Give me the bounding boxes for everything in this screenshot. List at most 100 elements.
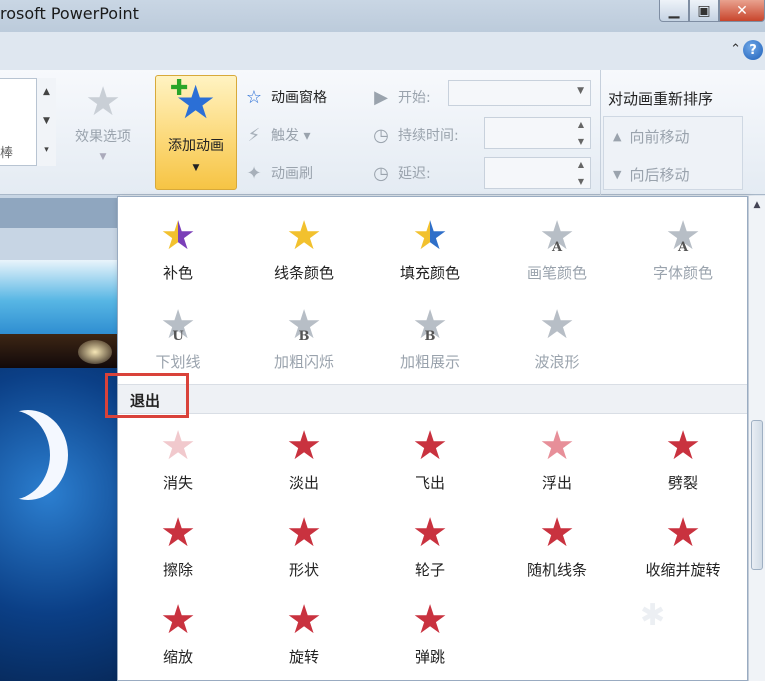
star-gold-blue-icon: ★ — [412, 213, 448, 259]
gallery-item[interactable]: ★ 浮出 — [497, 424, 617, 493]
window-controls: ▁ ▣ ✕ — [659, 0, 765, 22]
duration-row: ◷ 持续时间: — [370, 116, 459, 154]
minimize-icon: ▁ — [668, 2, 680, 19]
spin-up-icon[interactable]: ▲ — [578, 160, 584, 169]
burst-letter-b-icon: ★ B — [244, 303, 364, 347]
gallery-item[interactable]: ★ 淡出 — [244, 424, 364, 493]
clock-icon: ◷ — [373, 162, 389, 184]
gallery-item[interactable]: ★ 飞出 — [370, 424, 490, 493]
spin-down-icon[interactable]: ▼ — [578, 177, 584, 186]
close-icon: ✕ — [736, 2, 748, 19]
gallery-item[interactable]: ★ 形状 — [244, 511, 364, 580]
gallery-item-label: 淡出 — [288, 474, 319, 492]
close-button[interactable]: ✕ — [719, 0, 765, 22]
collapse-ribbon-icon[interactable]: ⌃ — [730, 42, 741, 57]
spin-down-icon[interactable]: ▼ — [578, 137, 584, 146]
gallery-item[interactable]: ★ 擦除 — [118, 511, 238, 580]
gallery-item[interactable]: ★ 线条颜色 — [244, 214, 364, 283]
start-label: 开始: — [398, 90, 431, 106]
star-split-icon: ★ — [665, 423, 701, 469]
gallery-item-label: 波浪形 — [534, 353, 580, 371]
gallery-item-label: 补色 — [162, 264, 193, 282]
gallery-more-icon[interactable]: ▾ — [37, 136, 56, 165]
gallery-item-label: 弹跳 — [414, 648, 445, 666]
gallery-scroll-control[interactable]: ▲ ▼ ▾ — [36, 78, 56, 166]
star-letter: U — [172, 329, 184, 344]
truncated-label: 棒 — [0, 146, 14, 161]
gallery-item-label: 飞出 — [414, 474, 445, 492]
star-swivel-icon: ★ — [286, 597, 322, 643]
star-wheel-icon: ★ — [412, 510, 448, 556]
star-shape-icon: ★ — [286, 510, 322, 556]
gallery-item[interactable]: ★ 消失 — [118, 424, 238, 493]
trigger-button[interactable]: ⚡ 触发 ▾ — [243, 116, 327, 154]
animation-painter-label: 动画刷 — [271, 166, 313, 182]
start-dropdown[interactable]: ▼ — [448, 80, 591, 106]
clock-icon: ◷ — [373, 124, 389, 146]
gallery-item: ★ 波浪形 — [497, 303, 617, 372]
star-outline-gold-icon: ★ — [286, 213, 322, 259]
start-row: ▶ 开始: — [370, 78, 459, 116]
gallery-item: ★ U 下划线 — [118, 303, 238, 372]
effect-options-label: 效果选项 — [75, 129, 131, 145]
gallery-item-label: 随机线条 — [526, 561, 587, 579]
animation-painter-button[interactable]: ✦ 动画刷 — [243, 154, 327, 192]
slide-thumbnail[interactable] — [0, 260, 120, 681]
animation-pane-label: 动画窗格 — [271, 90, 327, 106]
star-letter: B — [298, 329, 310, 344]
star-disappear-icon: ★ — [160, 423, 196, 469]
animation-pane-button[interactable]: ☆ 动画窗格 — [243, 78, 327, 116]
painter-icon: ✦ — [246, 162, 262, 184]
star-letter-a-icon: ★ A — [497, 214, 617, 258]
lightning-icon: ⚡ — [247, 124, 261, 146]
gallery-scrollbar[interactable]: ▲ — [748, 196, 765, 681]
advanced-animation-group: ☆ 动画窗格 ⚡ 触发 ▾ ✦ 动画刷 — [243, 78, 327, 192]
gallery-item-label: 形状 — [288, 561, 319, 579]
scroll-up-icon[interactable]: ▲ — [749, 200, 765, 214]
duration-spinner[interactable]: ▲ ▼ — [484, 117, 591, 149]
gallery-item: ★ B 加粗闪烁 — [244, 303, 364, 372]
window-title: rosoft PowerPoint — [0, 4, 139, 23]
maximize-button[interactable]: ▣ — [689, 0, 719, 22]
scroll-down-icon[interactable]: ▼ — [37, 107, 56, 136]
star-purple-gold-icon: ★ — [160, 213, 196, 259]
chevron-down-icon: ▼ — [99, 152, 107, 162]
trigger-label: 触发 ▾ — [271, 128, 311, 144]
gallery-item[interactable]: ★ 旋转 — [244, 598, 364, 667]
chevron-down-icon: ▼ — [577, 86, 584, 96]
add-animation-label: 添加动画 — [168, 138, 224, 154]
help-icon[interactable]: ? — [743, 40, 763, 60]
gallery-item[interactable]: ★ 随机线条 — [497, 511, 617, 580]
gallery-item[interactable]: ★ 收缩并旋转 — [623, 511, 743, 580]
spin-up-icon[interactable]: ▲ — [578, 120, 584, 129]
play-icon: ▶ — [374, 86, 388, 108]
move-earlier-button[interactable]: ▲ 向前移动 — [613, 126, 689, 147]
delay-spinner[interactable]: ▲ ▼ — [484, 157, 591, 189]
gallery-item-label: 劈裂 — [667, 474, 698, 492]
move-later-button[interactable]: ▼ 向后移动 — [613, 164, 689, 185]
gallery-item[interactable]: ★ 补色 — [118, 214, 238, 283]
gallery-item: ★ A 画笔颜色 — [497, 214, 617, 283]
scroll-up-icon[interactable]: ▲ — [37, 78, 56, 107]
gallery-item-label: 浮出 — [541, 474, 572, 492]
gallery-item[interactable]: ★ 弹跳 — [370, 598, 490, 667]
gallery-item: ★ B 加粗展示 — [370, 303, 490, 372]
ribbon-tab-row: ⌃ ? — [0, 32, 765, 70]
gallery-item[interactable]: ★ 劈裂 — [623, 424, 743, 493]
scrollbar-thumb[interactable] — [751, 420, 763, 570]
minimize-button[interactable]: ▁ — [659, 0, 689, 22]
gallery-item-label: 旋转 — [288, 648, 319, 666]
star-letter: A — [677, 240, 689, 255]
maximize-icon: ▣ — [697, 2, 711, 19]
effect-options-star-icon: ★ — [85, 79, 121, 125]
gallery-item[interactable]: ★ 轮子 — [370, 511, 490, 580]
gallery-item-label: 线条颜色 — [273, 264, 334, 282]
star-wave-icon: ★ — [539, 302, 575, 348]
add-animation-button[interactable]: ★ ✚ 添加动画 ▼ — [155, 75, 237, 190]
effect-options-button[interactable]: ★ 效果选项 ▼ — [60, 78, 146, 190]
gallery-item[interactable]: ★ 填充颜色 — [370, 214, 490, 283]
star-wipe-icon: ★ — [160, 510, 196, 556]
gallery-item-label: 收缩并旋转 — [645, 561, 721, 579]
slide-pane-header — [0, 198, 120, 228]
gallery-item[interactable]: ★ 缩放 — [118, 598, 238, 667]
